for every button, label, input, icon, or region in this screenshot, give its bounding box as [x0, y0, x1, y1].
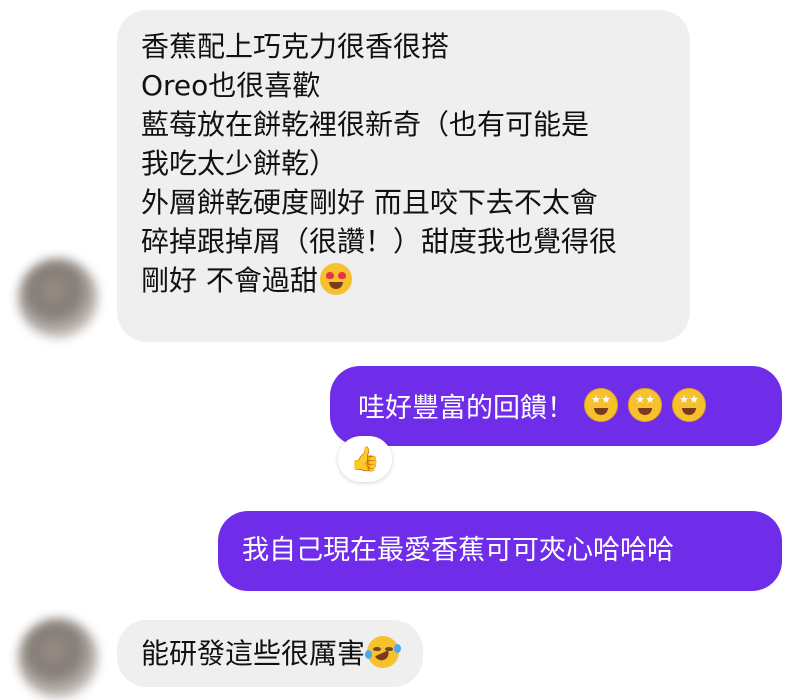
message-line: 香蕉配上巧克力很香很搭: [141, 30, 450, 63]
contact-avatar[interactable]: [18, 618, 98, 698]
incoming-message-bubble[interactable]: 香蕉配上巧克力很香很搭 Oreo也很喜歡 藍莓放在餅乾裡很新奇（也有可能是 我吃…: [117, 10, 690, 342]
star-struck-emoji-icon: ★ ★: [584, 388, 618, 422]
message-line: 碎掉跟掉屑（很讚！）甜度我也覺得很: [141, 225, 618, 258]
outgoing-message-bubble[interactable]: 哇好豐富的回饋！ ★ ★ ★ ★ ★ ★: [330, 366, 782, 446]
message-reaction-badge[interactable]: 👍: [338, 436, 392, 482]
outgoing-message-bubble[interactable]: 我自己現在最愛香蕉可可夾心哈哈哈: [218, 511, 782, 591]
star-struck-emoji-icon: ★ ★: [628, 388, 662, 422]
chat-thread: 香蕉配上巧克力很香很搭 Oreo也很喜歡 藍莓放在餅乾裡很新奇（也有可能是 我吃…: [0, 0, 800, 700]
contact-avatar[interactable]: [18, 258, 98, 338]
incoming-message-bubble[interactable]: 能研發這些很厲害: [117, 620, 424, 687]
heart-eyes-emoji-icon: [319, 263, 352, 295]
rolling-on-floor-laughing-emoji-icon: [365, 636, 402, 668]
message-line: 剛好 不會過甜: [141, 264, 318, 297]
message-text: 我自己現在最愛香蕉可可夾心哈哈哈: [242, 535, 674, 566]
message-line: 外層餅乾硬度剛好 而且咬下去不太會: [141, 186, 598, 219]
thumbs-up-icon: 👍: [350, 445, 380, 473]
message-line-with-emoji: 剛好 不會過甜: [141, 261, 690, 300]
message-text: 哇好豐富的回饋！: [358, 393, 574, 424]
message-line: Oreo也很喜歡: [141, 69, 321, 102]
star-struck-emoji-icon: ★ ★: [672, 388, 706, 422]
message-line: 藍莓放在餅乾裡很新奇（也有可能是: [141, 108, 590, 141]
message-text: 能研發這些很厲害: [141, 637, 366, 670]
message-line: 我吃太少餅乾）: [141, 147, 338, 180]
